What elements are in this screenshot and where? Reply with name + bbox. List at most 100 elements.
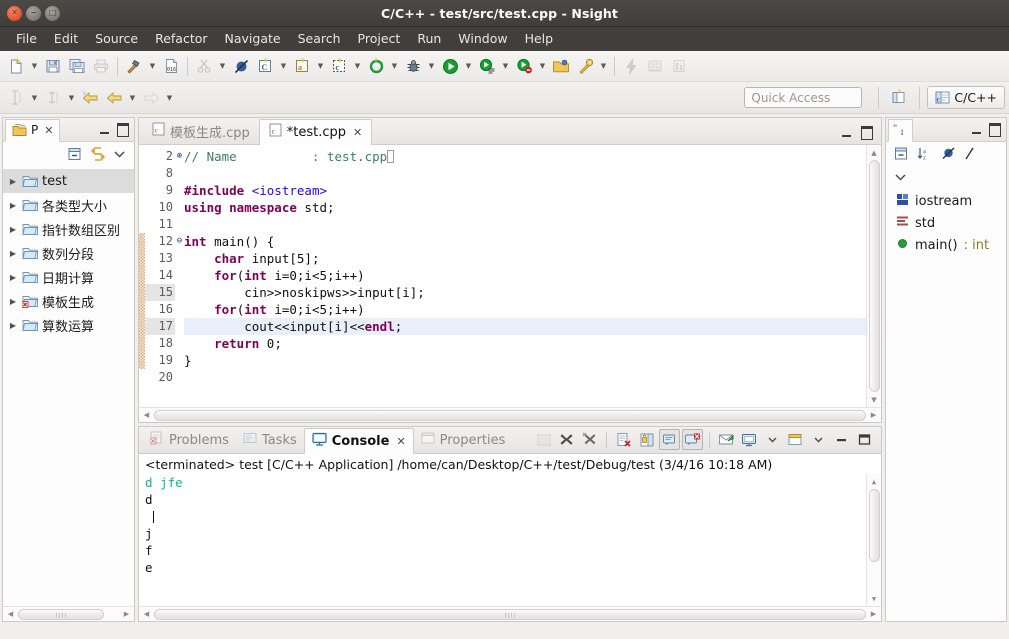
search-key-icon[interactable] — [573, 54, 597, 78]
minimize-console-icon[interactable] — [831, 429, 852, 450]
menu-item-refactor[interactable]: Refactor — [147, 28, 215, 50]
minimize-outline-icon[interactable] — [970, 123, 983, 136]
terminate-icon[interactable] — [556, 429, 577, 450]
console-output[interactable]: d jfe d jfe — [139, 474, 866, 606]
code-line[interactable] — [184, 165, 866, 182]
fold-expand-icon[interactable]: ⊕ — [175, 151, 184, 161]
minimize-view-icon[interactable] — [98, 123, 111, 136]
new-cpp-file-icon[interactable]: c — [327, 54, 351, 78]
menu-item-navigate[interactable]: Navigate — [217, 28, 289, 50]
quick-access-input[interactable]: Quick Access — [744, 87, 863, 108]
vscroll-track[interactable] — [868, 160, 880, 392]
editor-scroll-right-icon[interactable]: ▶ — [867, 409, 880, 422]
show-console-view-icon[interactable] — [533, 429, 554, 450]
tree-item-project[interactable]: ▶ 日期计算 — [3, 265, 134, 289]
menu-item-source[interactable]: Source — [87, 28, 146, 50]
code-line[interactable]: } — [184, 352, 866, 369]
debug-dropdown-icon[interactable]: ▼ — [425, 54, 438, 78]
tab-outline[interactable]: ” 1 — [888, 118, 913, 142]
tree-item-project[interactable]: ▶ 模板生成 — [3, 289, 134, 313]
view-menu-icon[interactable] — [113, 148, 126, 162]
run-errors-dropdown-icon[interactable]: ▼ — [536, 54, 549, 78]
console-vscrollbar[interactable]: ▲ ▼ — [866, 474, 881, 606]
code-line[interactable]: cout<<input[i]<<endl; — [184, 318, 866, 335]
close-icon[interactable]: ✕ — [44, 124, 53, 137]
code-line[interactable]: #include <iostream> — [184, 182, 866, 199]
scroll-down-icon[interactable]: ▼ — [868, 393, 881, 406]
profile-icon[interactable] — [475, 54, 499, 78]
new-cpp-file-dropdown-icon[interactable]: ▼ — [351, 54, 364, 78]
tree-item-project[interactable]: ▶ 算数运算 — [3, 313, 134, 337]
console-view-dropdown-icon[interactable] — [762, 429, 783, 450]
twistie-icon[interactable]: ▶ — [7, 177, 19, 186]
scroll-up-icon[interactable]: ▲ — [868, 146, 881, 159]
bottom-tab-problems[interactable]: Problems — [143, 427, 236, 453]
tree-item-project[interactable]: ▶ 各类型大小 — [3, 193, 134, 217]
outline-item[interactable]: iostream — [886, 190, 1006, 212]
next-annotation-dropdown-icon[interactable]: ▼ — [28, 86, 41, 110]
new-class-dropdown-icon[interactable]: ▼ — [277, 54, 290, 78]
open-perspective-icon[interactable] — [886, 86, 912, 110]
new-file-dropdown-icon[interactable]: ▼ — [28, 54, 41, 78]
twistie-icon[interactable]: ▶ — [7, 321, 19, 330]
collapse-all-icon[interactable] — [67, 146, 83, 165]
hscroll-thumb[interactable] — [18, 608, 104, 620]
code-text-area[interactable]: // Name : test.cpp #include <iostream> us… — [184, 145, 866, 407]
debug-bug-icon[interactable] — [401, 54, 425, 78]
close-icon[interactable]: ✕ — [353, 126, 362, 139]
back-dropdown-icon[interactable]: ▼ — [126, 86, 139, 110]
twistie-icon[interactable]: ▶ — [7, 225, 19, 234]
scroll-right-icon[interactable]: ▶ — [120, 608, 133, 621]
forward-icon[interactable] — [139, 86, 163, 110]
pin-view-icon[interactable] — [785, 429, 806, 450]
twistie-icon[interactable]: ▶ — [7, 297, 19, 306]
menu-item-run[interactable]: Run — [409, 28, 449, 50]
run-icon[interactable] — [438, 54, 462, 78]
previous-annotation-dropdown-icon[interactable]: ▼ — [65, 86, 78, 110]
maximize-view-icon[interactable] — [116, 123, 129, 136]
run-dropdown-icon[interactable]: ▼ — [462, 54, 475, 78]
perspective-cpp-button[interactable]: c C/C++ — [927, 86, 1005, 109]
project-explorer-hscrollbar[interactable]: ◀ ▶ — [3, 606, 134, 621]
new-cpp-class-icon[interactable]: C — [253, 54, 277, 78]
build-hammer-icon[interactable] — [122, 54, 146, 78]
scroll-left-icon[interactable]: ◀ — [4, 608, 17, 621]
back-icon[interactable] — [102, 86, 126, 110]
new-folder-dropdown-icon[interactable]: ▼ — [314, 54, 327, 78]
collapse-all-outline-icon[interactable] — [894, 146, 909, 164]
binary-file-icon[interactable]: 016 — [159, 54, 183, 78]
new-console-view-icon[interactable] — [739, 429, 760, 450]
code-line[interactable]: cin>>noskipws>>input[i]; — [184, 284, 866, 301]
build-dropdown-icon[interactable]: ▼ — [146, 54, 159, 78]
code-line[interactable]: for(int i=0;i<5;i++) — [184, 301, 866, 318]
console-scroll-down-icon[interactable]: ▼ — [868, 592, 881, 605]
editor-vscrollbar[interactable]: ▲ ▼ — [866, 145, 881, 407]
maximize-button[interactable]: □ — [45, 5, 60, 21]
console-hscroll-thumb[interactable] — [154, 608, 866, 620]
bottom-tab-properties[interactable]: Properties — [414, 427, 513, 453]
bottom-tab-tasks[interactable]: Tasks — [236, 427, 304, 453]
outline-item[interactable]: std — [886, 212, 1006, 234]
save-icon[interactable] — [41, 54, 65, 78]
profile-dropdown-icon[interactable]: ▼ — [499, 54, 512, 78]
console-scroll-up-icon[interactable]: ▲ — [868, 475, 881, 488]
code-line[interactable]: using namespace std; — [184, 199, 866, 216]
close-icon[interactable]: ✕ — [396, 435, 405, 448]
code-line[interactable]: // Name : test.cpp — [184, 148, 866, 165]
code-line[interactable]: return 0; — [184, 335, 866, 352]
outline-view-menu-icon[interactable] — [894, 171, 907, 185]
sort-alphabetically-icon[interactable]: a z — [917, 146, 933, 164]
pin-console-icon[interactable] — [659, 429, 680, 450]
console-scroll-left-icon[interactable]: ◀ — [140, 608, 153, 621]
menu-item-file[interactable]: File — [8, 28, 45, 50]
kernel-launch-icon[interactable] — [619, 54, 643, 78]
tree-item-project[interactable]: ▶ test — [3, 169, 134, 193]
print-icon[interactable] — [89, 54, 113, 78]
last-edit-location-icon[interactable] — [78, 86, 102, 110]
new-source-folder-icon[interactable]: a — [290, 54, 314, 78]
new-file-icon[interactable] — [4, 54, 28, 78]
outline-list[interactable]: iostream std main() : int — [886, 188, 1006, 621]
cut-dropdown-icon[interactable]: ▼ — [216, 54, 229, 78]
cut-icon[interactable] — [192, 54, 216, 78]
refresh-dropdown-icon[interactable]: ▼ — [388, 54, 401, 78]
